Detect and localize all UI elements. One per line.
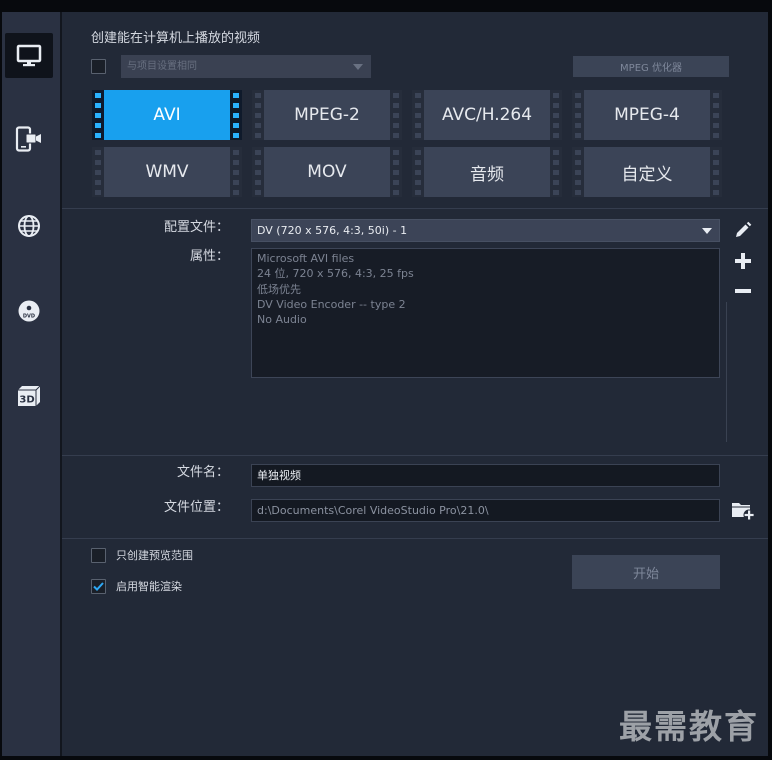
smart-render-checkbox[interactable] [91, 579, 106, 594]
property-line: No Audio [257, 313, 307, 326]
format-label: MPEG-4 [614, 105, 680, 125]
3d-icon: 3D [18, 385, 41, 406]
sidebar-item-3d[interactable]: 3D [5, 373, 53, 418]
preview-range-checkbox[interactable] [91, 548, 106, 563]
film-strip [550, 90, 562, 140]
film-strip [390, 147, 402, 197]
property-line: DV Video Encoder -- type 2 [257, 298, 406, 311]
3d-icon-label: 3D [19, 394, 34, 405]
profile-value: DV (720 x 576, 4:3, 50i) - 1 [257, 224, 408, 237]
sidebar-item-disc[interactable]: DVD [5, 288, 53, 333]
format-label: MPEG-2 [294, 105, 360, 125]
file-location-label: 文件位置： [163, 500, 229, 515]
profile-label: 配置文件： [163, 220, 229, 235]
preview-range-label: 只创建预览范围 [116, 549, 193, 562]
properties-box: Microsoft AVI files 24 位, 720 x 576, 4:3… [251, 248, 720, 378]
property-line: Microsoft AVI files [257, 252, 355, 265]
film-strip [252, 147, 264, 197]
mobile-camera-icon [15, 125, 41, 152]
format-button-mpeg2[interactable]: MPEG-2 [252, 90, 402, 140]
profile-dropdown[interactable]: DV (720 x 576, 4:3, 50i) - 1 [251, 219, 720, 242]
film-strip [230, 90, 242, 140]
sidebar-item-web[interactable] [5, 203, 53, 248]
minus-icon[interactable] [735, 289, 751, 293]
film-strip [572, 90, 584, 140]
globe-icon [18, 214, 40, 237]
file-name-value: 单独视频 [257, 469, 301, 482]
project-settings-value: 与项目设置相同 [127, 61, 197, 72]
chevron-down-icon [353, 64, 363, 70]
file-location-value: d:\Documents\Corel VideoStudio Pro\21.0\ [257, 504, 489, 517]
dvd-icon-label: DVD [23, 313, 35, 319]
film-strip [412, 90, 424, 140]
start-button[interactable]: 开始 [572, 555, 720, 589]
film-strip [390, 90, 402, 140]
sidebar-item-computer[interactable] [5, 33, 53, 78]
film-strip [252, 90, 264, 140]
section-divider [62, 208, 768, 209]
chevron-down-icon [702, 228, 712, 234]
project-settings-checkbox[interactable] [91, 59, 106, 74]
format-label: AVI [153, 105, 181, 125]
file-location-input[interactable]: d:\Documents\Corel VideoStudio Pro\21.0\ [251, 499, 720, 522]
file-name-input[interactable]: 单独视频 [251, 464, 720, 487]
checkmark-icon [93, 582, 104, 591]
file-name-label: 文件名： [176, 465, 229, 480]
plus-icon[interactable] [735, 253, 751, 269]
format-button-custom[interactable]: 自定义 [572, 147, 722, 197]
property-line: 低场优先 [257, 283, 301, 296]
format-button-audio[interactable]: 音频 [412, 147, 562, 197]
page-title: 创建能在计算机上播放的视频 [91, 31, 261, 46]
film-strip [710, 147, 722, 197]
sidebar-item-mobile-device[interactable] [5, 116, 53, 161]
smart-render-label: 启用智能渲染 [116, 580, 182, 593]
format-label: 音频 [470, 164, 504, 185]
format-button-avc-h264[interactable]: AVC/H.264 [412, 90, 562, 140]
section-divider [62, 538, 768, 539]
format-button-wmv[interactable]: WMV [92, 147, 242, 197]
format-label: 自定义 [621, 164, 673, 185]
film-strip [92, 147, 104, 197]
mpeg-optimizer-button[interactable]: MPEG 优化器 [573, 56, 729, 77]
pencil-icon[interactable] [734, 221, 752, 239]
format-label: MOV [307, 162, 347, 182]
dvd-disc-icon: DVD [18, 300, 40, 321]
toolbar-divider [726, 302, 727, 442]
watermark: 最需教育 [619, 707, 759, 746]
monitor-icon [16, 44, 42, 66]
film-strip [92, 90, 104, 140]
film-strip [230, 147, 242, 197]
film-strip [572, 147, 584, 197]
section-divider [62, 455, 768, 456]
project-settings-dropdown[interactable]: 与项目设置相同 [121, 55, 371, 78]
film-strip [412, 147, 424, 197]
format-label: WMV [145, 162, 189, 182]
properties-label: 属性： [189, 249, 229, 264]
format-button-mpeg4[interactable]: MPEG-4 [572, 90, 722, 140]
folder-add-icon[interactable] [731, 501, 755, 521]
property-line: 24 位, 720 x 576, 4:3, 25 fps [257, 267, 414, 280]
format-button-mov[interactable]: MOV [252, 147, 402, 197]
film-strip [550, 147, 562, 197]
film-strip [710, 90, 722, 140]
format-button-avi[interactable]: AVI [92, 90, 242, 140]
format-label: AVC/H.264 [441, 105, 533, 125]
